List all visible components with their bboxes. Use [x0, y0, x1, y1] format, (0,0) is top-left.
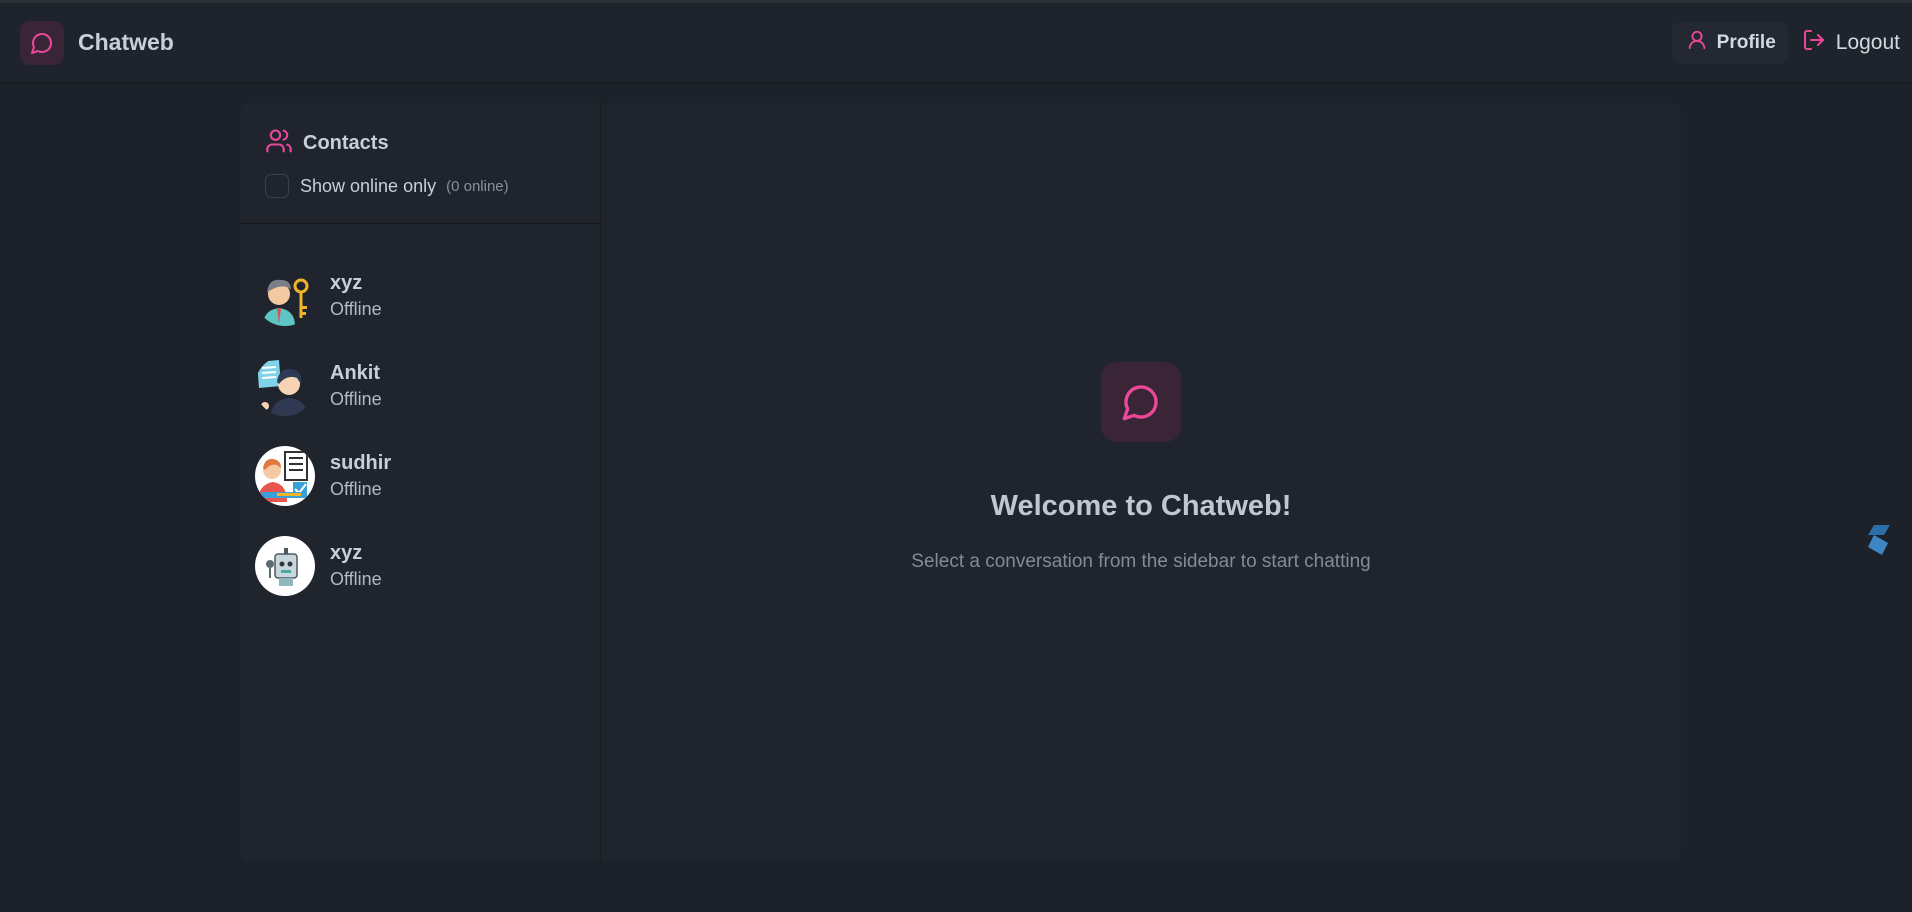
contact-item[interactable]: Ankit Offline: [240, 341, 600, 431]
logout-button[interactable]: Logout: [1788, 22, 1900, 64]
logout-label: Logout: [1835, 30, 1900, 54]
person-with-checklist-avatar: [255, 446, 315, 506]
sidebar-header: Contacts Show online only (0 online): [240, 103, 600, 224]
user-icon: [1686, 29, 1708, 56]
contact-status: Offline: [330, 569, 382, 589]
contact-status: Offline: [330, 479, 382, 499]
contact-item[interactable]: sudhir Offline: [240, 431, 600, 521]
brand-name: Chatweb: [78, 29, 174, 55]
show-online-checkbox[interactable]: [265, 174, 289, 198]
contact-name: xyz: [330, 272, 363, 294]
robot-avatar: [255, 536, 315, 596]
welcome-title: Welcome to Chatweb!: [990, 490, 1292, 522]
contact-list: xyz Offline Ankit Offline sudhir Offline…: [240, 224, 600, 611]
chat-panel: Contacts Show online only (0 online) xyz…: [240, 103, 1681, 861]
brand[interactable]: Chatweb: [20, 20, 174, 65]
contacts-sidebar: Contacts Show online only (0 online) xyz…: [240, 103, 601, 861]
businessman-with-key-avatar: [255, 266, 315, 326]
extension-widget-icon[interactable]: [1857, 518, 1901, 562]
navbar: Chatweb Profile Logout: [0, 3, 1912, 83]
contacts-title-label: Contacts: [303, 132, 389, 154]
show-online-label[interactable]: Show online only: [300, 176, 436, 197]
welcome-screen: Welcome to Chatweb! Select a conversatio…: [601, 103, 1681, 861]
online-filter: Show online only (0 online): [265, 174, 600, 198]
contacts-title: Contacts: [265, 127, 600, 160]
contact-item[interactable]: xyz Offline: [240, 251, 600, 341]
contact-status: Offline: [330, 389, 382, 409]
profile-label: Profile: [1716, 31, 1776, 53]
contact-item[interactable]: xyz Offline: [240, 521, 600, 611]
contact-name: sudhir: [330, 452, 392, 474]
contact-status: Offline: [330, 299, 382, 319]
online-count: (0 online): [446, 177, 509, 195]
welcome-subtitle: Select a conversation from the sidebar t…: [911, 551, 1371, 572]
man-with-document-avatar: [255, 356, 315, 416]
contact-name: Ankit: [330, 362, 380, 384]
profile-button[interactable]: Profile: [1671, 21, 1788, 64]
chat-bubble-icon: [1101, 362, 1181, 442]
chat-bubble-icon: [20, 20, 64, 65]
users-icon: [265, 127, 293, 160]
contact-name: xyz: [330, 542, 363, 564]
logout-icon: [1802, 28, 1826, 57]
